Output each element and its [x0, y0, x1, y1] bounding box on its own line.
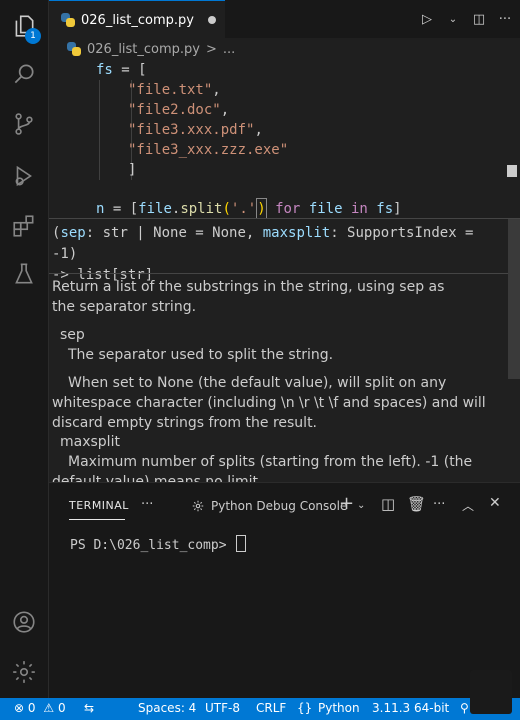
activity-bar: 1 — [0, 0, 49, 698]
hover-scrollbar[interactable] — [508, 219, 520, 379]
maximize-panel-icon[interactable]: ︿ — [462, 497, 474, 514]
active-tab-indicator — [69, 519, 125, 520]
braces-icon[interactable]: {} — [297, 701, 312, 715]
code-line-8: n = [file.split('.') for file in fs] — [96, 198, 402, 220]
error-count: 0 — [27, 701, 36, 715]
split-editor-icon[interactable]: ◫ — [468, 12, 490, 27]
breadcrumb: 026_list_comp.py > ... — [49, 38, 520, 60]
tab-terminal[interactable]: TERMINAL — [69, 499, 129, 512]
explorer-badge: 1 — [25, 28, 41, 44]
account-icon[interactable] — [0, 598, 48, 646]
remote-icon[interactable]: ⇆ — [84, 701, 94, 715]
language-status[interactable]: Python — [318, 701, 360, 715]
copilot-icon[interactable]: ⚲ — [460, 701, 469, 715]
terminal-output[interactable]: PS D:\026_list_comp> — [70, 535, 247, 553]
panel-more-icon[interactable]: ··· — [141, 497, 153, 512]
terminal-cursor — [236, 535, 247, 552]
interpreter-status[interactable]: 3.11.3 64-bit — [372, 701, 449, 715]
status-bar: ⊗ 0 ⚠ 0 ⇆ Spaces: 4 UTF-8 CRLF {} Python… — [0, 698, 520, 720]
param-sep-detail: When set to None (the default value), wi… — [52, 375, 486, 431]
param-maxsplit-name: maxsplit — [60, 434, 120, 450]
terminal-prompt: PS D:\026_list_comp> — [70, 538, 235, 553]
hover-description: Return a list of the substrings in the s… — [52, 279, 445, 315]
panel-tab-bar: TERMINAL ··· Python Debug Console + ⌄ ◫ … — [49, 483, 520, 529]
indent-guide — [99, 80, 100, 180]
breadcrumb-file[interactable]: 026_list_comp.py — [87, 42, 200, 57]
editor-actions: ▷ ⌄ ◫ ··· — [416, 0, 520, 38]
code-line-4: "file3.xxx.pdf", — [128, 122, 263, 138]
encoding-status[interactable]: UTF-8 — [205, 701, 240, 715]
bottom-panel: TERMINAL ··· Python Debug Console + ⌄ ◫ … — [49, 482, 520, 699]
code-editor[interactable]: fs = [ "file.txt", "file2.doc", "file3.x… — [49, 60, 520, 220]
code-line-1: fs = [ — [96, 62, 147, 78]
run-dropdown-chevron-icon[interactable]: ⌄ — [442, 14, 464, 25]
code-line-6: ] — [128, 162, 137, 178]
source-control-icon[interactable] — [0, 100, 48, 148]
settings-gear-icon[interactable] — [0, 648, 48, 696]
warning-icon: ⚠ — [43, 701, 55, 715]
python-file-icon — [67, 42, 81, 56]
extensions-icon[interactable] — [0, 202, 48, 250]
terminal-select-label: Python Debug Console — [211, 499, 348, 513]
close-panel-icon[interactable]: ✕ — [489, 495, 501, 511]
search-icon[interactable] — [0, 50, 48, 98]
more-actions-icon[interactable]: ··· — [494, 12, 516, 27]
breadcrumb-separator: > — [206, 41, 217, 57]
trash-icon[interactable]: 🗑 — [407, 495, 426, 513]
param-maxsplit-description: Maximum number of splits (starting from … — [52, 454, 473, 484]
debug-gear-icon — [192, 500, 204, 512]
eol-status[interactable]: CRLF — [256, 701, 286, 715]
warning-count: 0 — [57, 701, 66, 715]
error-icon: ⊗ — [14, 701, 25, 715]
code-line-3: "file2.doc", — [128, 102, 230, 118]
run-debug-icon[interactable] — [0, 152, 48, 200]
panel-more-actions-icon[interactable]: ··· — [433, 497, 445, 512]
param-sep-name: sep — [60, 327, 85, 343]
code-line-2: "file.txt", — [128, 82, 221, 98]
code-line-5: "file3_xxx.zzz.exe" — [128, 142, 289, 158]
editor-scrollbar-marker[interactable] — [507, 165, 517, 177]
tab-bar: 026_list_comp.py ▷ ⌄ ◫ ··· — [49, 0, 520, 39]
terminal-selector[interactable]: Python Debug Console — [191, 499, 347, 513]
run-icon[interactable]: ▷ — [416, 12, 438, 27]
explorer-icon[interactable]: 1 — [0, 2, 48, 50]
testing-icon[interactable] — [0, 250, 48, 298]
indentation-status[interactable]: Spaces: 4 — [138, 701, 196, 715]
split-terminal-icon[interactable]: ◫ — [381, 495, 395, 513]
problems-status[interactable]: ⊗ 0 ⚠ 0 — [14, 701, 66, 715]
python-file-icon — [61, 13, 75, 27]
param-sep-description: The separator used to split the string. — [68, 347, 334, 363]
unsaved-dot-icon[interactable] — [208, 16, 217, 24]
hover-tooltip: (sep: str | None = None, maxsplit: Suppo… — [49, 218, 520, 484]
watermark-logo — [470, 670, 512, 714]
tab-title: 026_list_comp.py — [81, 12, 195, 28]
breadcrumb-more[interactable]: ... — [223, 42, 235, 57]
terminal-dropdown-chevron-icon[interactable]: ⌄ — [357, 500, 365, 511]
editor-tab[interactable]: 026_list_comp.py — [49, 0, 225, 39]
hover-divider — [49, 273, 520, 274]
new-terminal-icon[interactable]: + — [339, 493, 354, 514]
